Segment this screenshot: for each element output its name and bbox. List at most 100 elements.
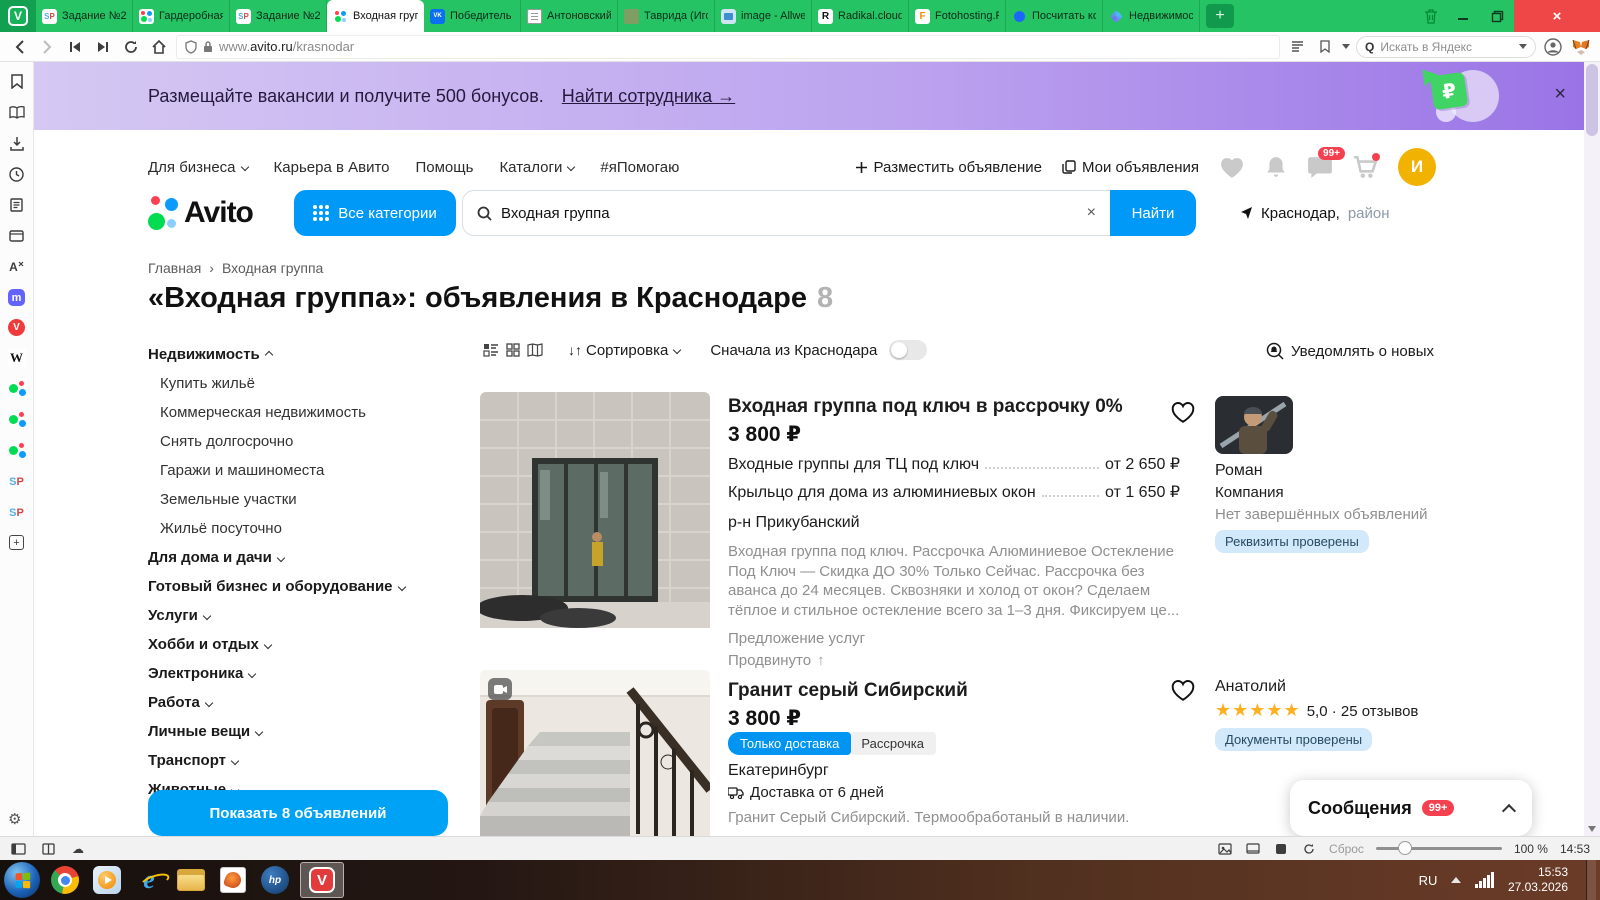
start-button[interactable] xyxy=(4,862,40,898)
close-button[interactable]: × xyxy=(1514,0,1600,32)
panel-toggle-icon[interactable] xyxy=(10,842,26,856)
avito-logo[interactable]: Avito xyxy=(148,196,280,230)
scroll-down-icon[interactable] xyxy=(1588,826,1596,832)
grid-view-icon[interactable] xyxy=(502,340,524,360)
sp-panel-icon[interactable]: SP xyxy=(8,473,26,491)
browser-tab[interactable]: Гардеробная с xyxy=(133,0,230,32)
sync-icon[interactable] xyxy=(1301,842,1317,856)
sidebar-subitem[interactable]: Жильё посуточно xyxy=(148,514,448,543)
reader-view-icon[interactable] xyxy=(1286,36,1308,58)
yandex-search-box[interactable]: Q Искать в Яндекс xyxy=(1356,35,1536,58)
sidebar-item-biznes[interactable]: Готовый бизнес и оборудование xyxy=(148,572,448,601)
taskbar-photo-viewer-icon[interactable] xyxy=(216,863,250,897)
nav-catalogs[interactable]: Каталоги xyxy=(499,159,576,176)
capture-cloud-icon[interactable]: ☁ xyxy=(70,842,86,856)
notes-panel-icon[interactable] xyxy=(8,196,26,214)
local-first-toggle[interactable] xyxy=(889,340,928,360)
breadcrumb-home[interactable]: Главная xyxy=(148,260,201,276)
browser-tab[interactable]: VK Победитель Б xyxy=(424,0,521,32)
language-indicator[interactable]: RU xyxy=(1419,873,1438,888)
nav-help[interactable]: Помощь xyxy=(416,159,474,176)
tray-expand-icon[interactable] xyxy=(1451,877,1462,883)
user-avatar[interactable]: И xyxy=(1398,148,1436,186)
location-selector[interactable]: Краснодар, район xyxy=(1240,205,1390,222)
page-actions-icon[interactable] xyxy=(1245,842,1261,856)
taskbar-explorer-icon[interactable] xyxy=(174,863,208,897)
taskbar-clock[interactable]: 15:53 27.03.2026 xyxy=(1508,865,1568,895)
trash-icon[interactable] xyxy=(1416,0,1446,32)
search-engine-dropdown-icon[interactable] xyxy=(1519,44,1527,49)
sidebar-subitem[interactable]: Снять долгосрочно xyxy=(148,427,448,456)
seller-name[interactable]: Роман xyxy=(1215,462,1263,480)
seller-avatar[interactable] xyxy=(1215,396,1293,454)
translate-panel-icon[interactable]: A xyxy=(8,258,26,276)
mastodon-panel-icon[interactable]: m xyxy=(8,289,25,306)
sidebar-subitem[interactable]: Земельные участки xyxy=(148,485,448,514)
listing-title[interactable]: Входная группа под ключ в рассрочку 0% xyxy=(728,396,1168,418)
zoom-slider[interactable] xyxy=(1375,841,1502,855)
seller-name[interactable]: Анатолий xyxy=(1215,678,1286,696)
forward-icon[interactable] xyxy=(36,36,58,58)
reading-list-icon[interactable] xyxy=(8,103,26,121)
browser-tab-active[interactable]: Входная групп xyxy=(327,0,424,32)
tiling-icon[interactable] xyxy=(40,842,56,856)
sidebar-item-elektronika[interactable]: Электроника xyxy=(148,659,448,688)
history-panel-icon[interactable] xyxy=(8,165,26,183)
listing-photo[interactable] xyxy=(480,670,710,836)
url-field[interactable]: www.avito.ru/krasnodar xyxy=(176,34,1280,59)
taskbar-internet-explorer-icon[interactable]: e xyxy=(132,863,172,897)
taskbar-media-player-icon[interactable] xyxy=(90,863,124,897)
avito-panel-icon[interactable] xyxy=(8,442,26,460)
sidebar-item-hobbi[interactable]: Хобби и отдых xyxy=(148,630,448,659)
new-tab-button[interactable]: + xyxy=(1206,4,1234,28)
vivaldi-panel-icon[interactable]: V xyxy=(8,319,25,336)
search-input[interactable]: Входная группа × xyxy=(462,190,1110,236)
sidebar-item-rabota[interactable]: Работа xyxy=(148,688,448,717)
windows-panel-icon[interactable] xyxy=(8,227,26,245)
listing-option-row[interactable]: Входные группы для ТЦ под ключ от 2 650 ₽ xyxy=(728,454,1180,474)
map-view-icon[interactable] xyxy=(524,340,546,360)
messages-popup[interactable]: Сообщения 99+ xyxy=(1290,780,1532,836)
taskbar-chrome-icon[interactable] xyxy=(48,863,82,897)
profile-icon[interactable] xyxy=(1542,36,1564,58)
fast-forward-icon[interactable] xyxy=(92,36,114,58)
sort-dropdown[interactable]: ↓↑ Сортировка xyxy=(568,342,682,359)
browser-tab[interactable]: Посчитать кол xyxy=(1006,0,1103,32)
favorites-heart-icon[interactable] xyxy=(1219,155,1245,179)
browser-tab[interactable]: Таврида (Игор xyxy=(618,0,715,32)
avito-panel-icon[interactable] xyxy=(8,411,26,429)
browser-tab[interactable]: SP Задание №292 xyxy=(230,0,327,32)
cart-icon[interactable] xyxy=(1353,153,1380,179)
search-submit-button[interactable]: Найти xyxy=(1110,190,1196,236)
sidebar-item-nedvizhimost[interactable]: Недвижимость xyxy=(148,340,448,369)
browser-tab[interactable]: SP Задание №29: xyxy=(36,0,133,32)
show-ads-button[interactable]: Показать 8 объявлений xyxy=(148,790,448,836)
messages-chat-icon[interactable]: 99+ xyxy=(1307,147,1345,179)
favorite-heart-icon[interactable] xyxy=(1170,400,1196,429)
sidebar-item-lichnye[interactable]: Личные вещи xyxy=(148,717,448,746)
reload-icon[interactable] xyxy=(120,36,142,58)
theme-icon[interactable] xyxy=(1273,842,1289,856)
taskbar-hp-icon[interactable]: hp xyxy=(258,863,292,897)
sidebar-subitem[interactable]: Гаражи и машиноместа xyxy=(148,456,448,485)
sidebar-item-transport[interactable]: Транспорт xyxy=(148,746,448,775)
list-view-icon[interactable] xyxy=(480,340,502,360)
bookmark-dropdown-icon[interactable] xyxy=(1342,44,1350,49)
browser-tab[interactable]: image - Allweb xyxy=(715,0,812,32)
page-scrollbar[interactable] xyxy=(1584,62,1600,836)
vivaldi-menu-button[interactable]: V xyxy=(0,0,36,32)
notifications-bell-icon[interactable] xyxy=(1265,155,1287,179)
sidebar-subitem[interactable]: Коммерческая недвижимость xyxy=(148,398,448,427)
my-ads-button[interactable]: Мои объявления xyxy=(1062,159,1199,176)
taskbar-vivaldi-active[interactable]: V xyxy=(300,862,344,898)
bookmarks-panel-icon[interactable] xyxy=(8,72,26,90)
listing-title[interactable]: Гранит серый Сибирский xyxy=(728,680,1168,702)
sidebar-item-uslugi[interactable]: Услуги xyxy=(148,601,448,630)
chevron-up-icon[interactable] xyxy=(1501,803,1517,819)
bookmark-icon[interactable] xyxy=(1314,36,1336,58)
network-signal-icon[interactable] xyxy=(1475,872,1494,888)
back-icon[interactable] xyxy=(8,36,30,58)
banner-close-icon[interactable]: × xyxy=(1554,84,1566,104)
rewind-icon[interactable] xyxy=(64,36,86,58)
notify-new-button[interactable]: Уведомлять о новых xyxy=(1266,342,1434,360)
